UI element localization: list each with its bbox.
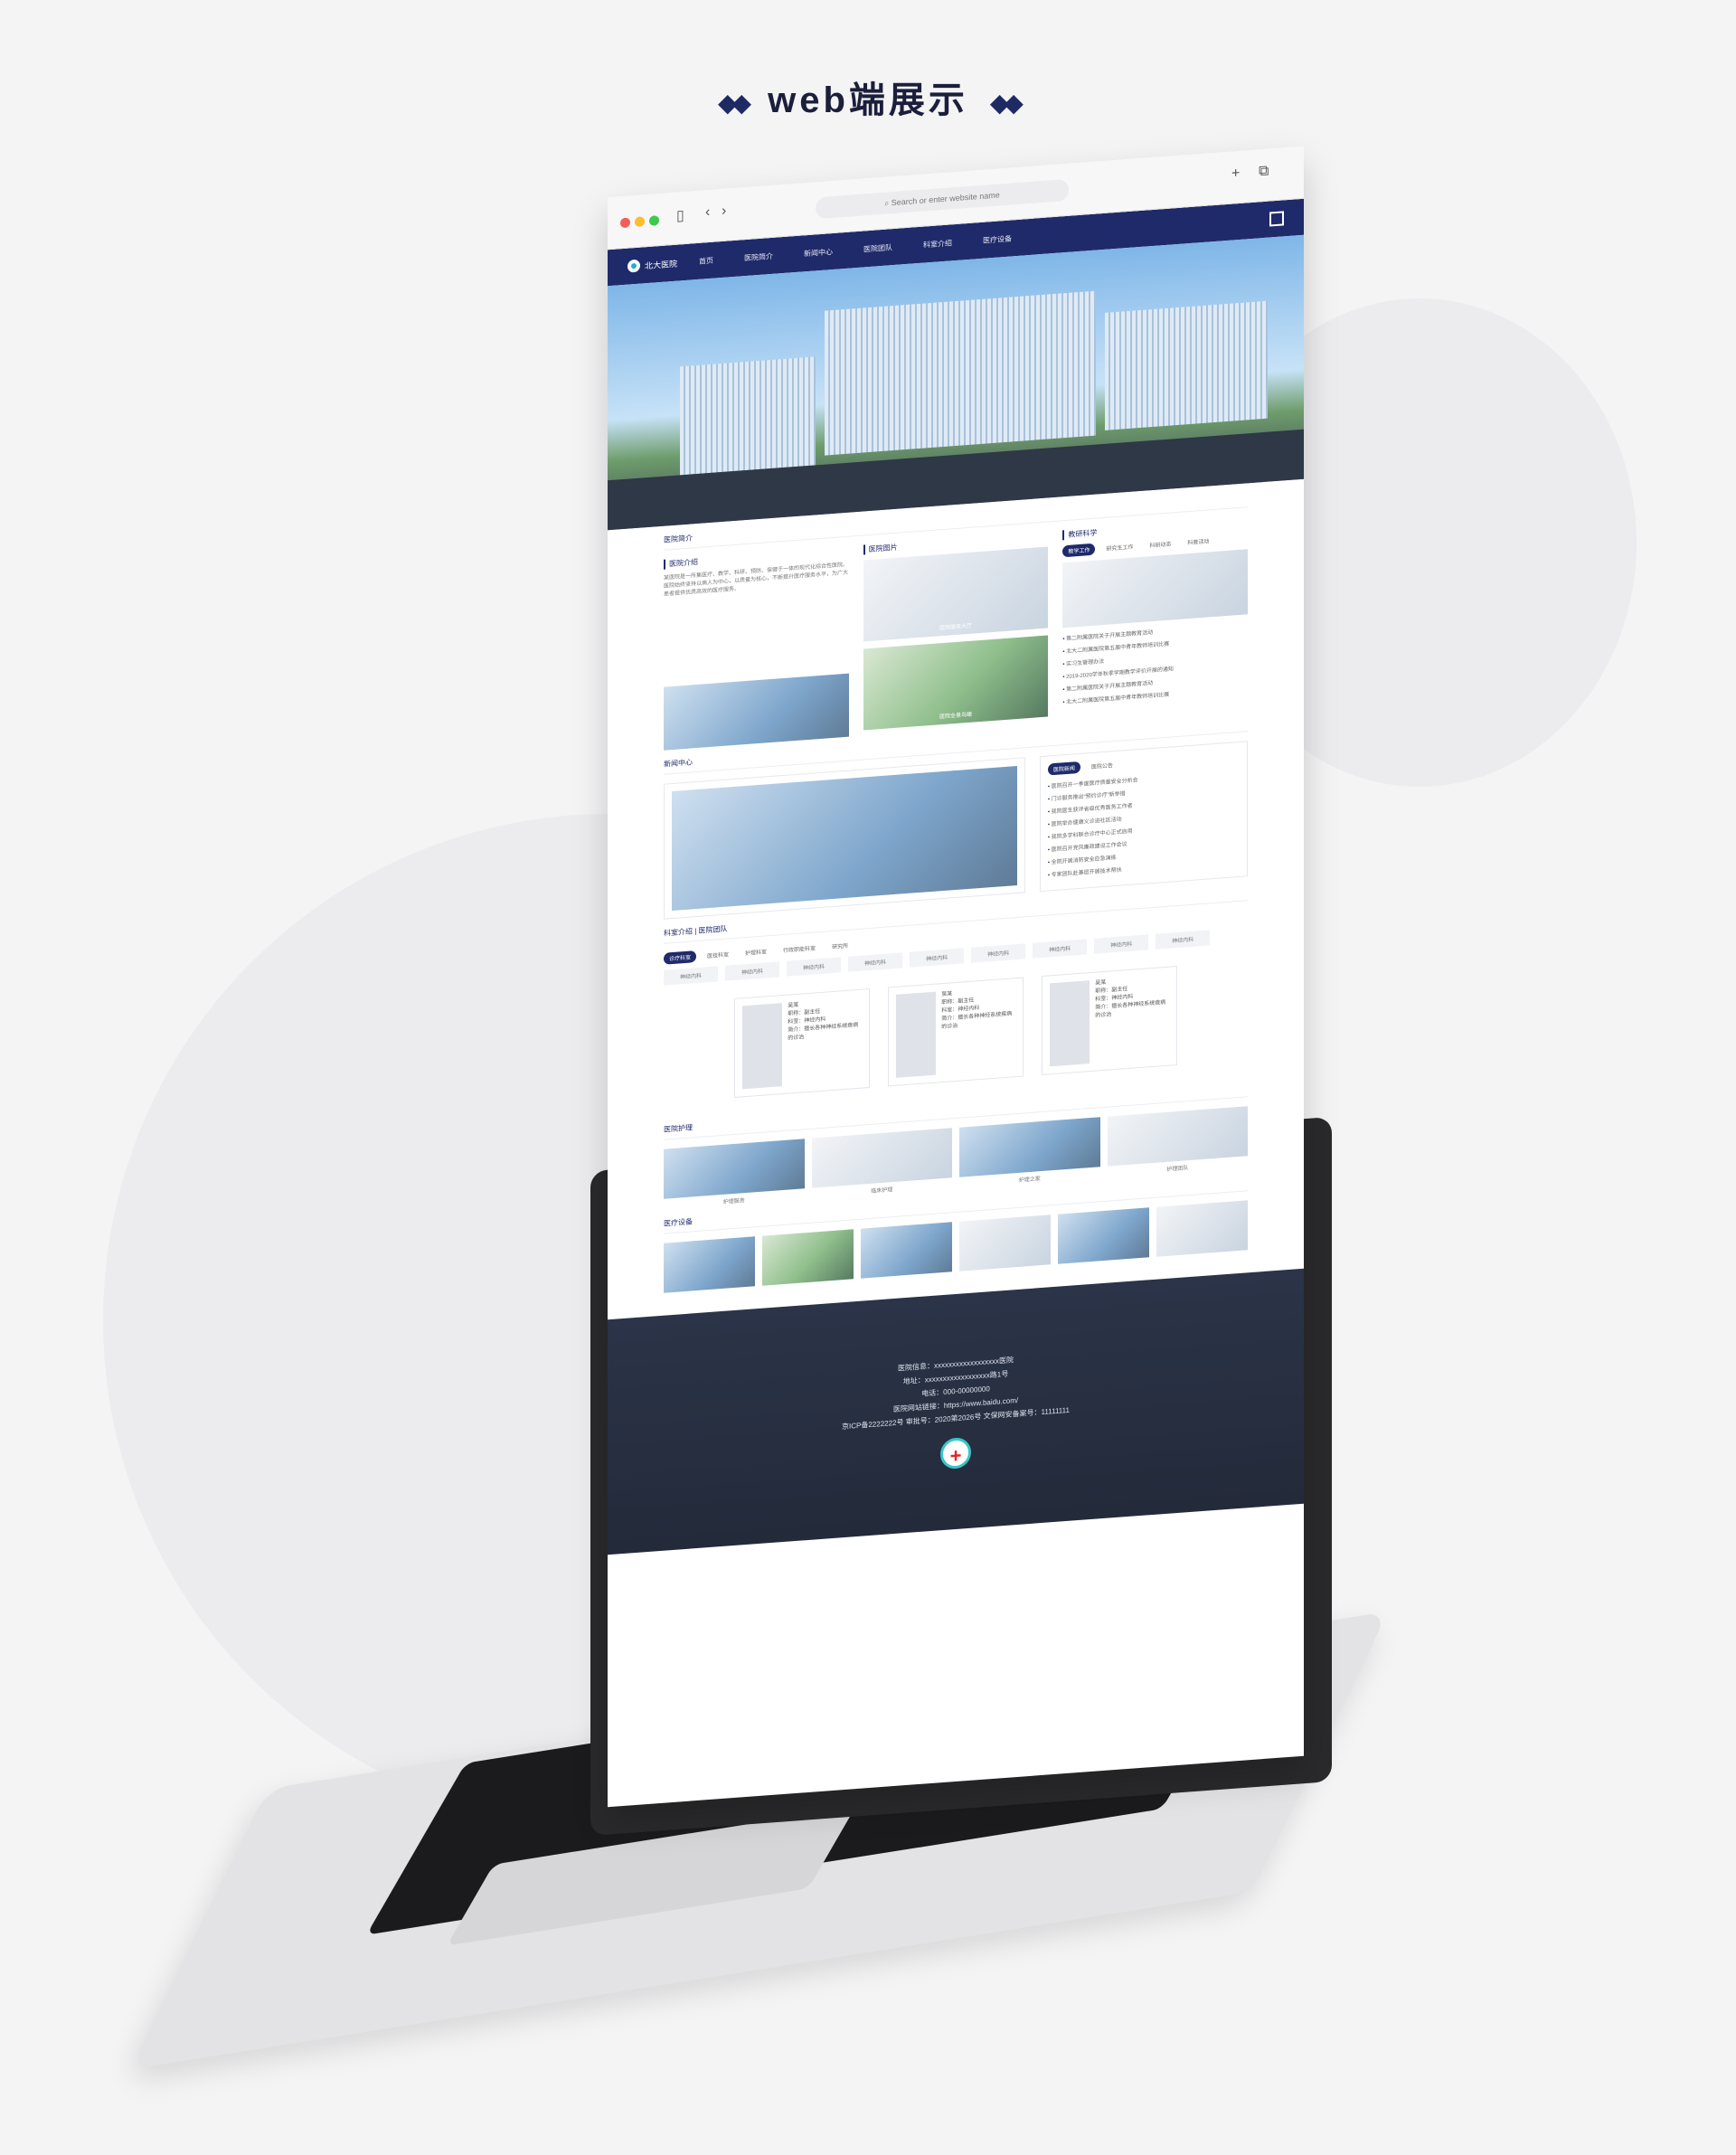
intro-card: 医院介绍 某医院是一所集医疗、教学、科研、预防、保健于一体的现代化综合性医院。医…: [664, 545, 849, 751]
minimize-window-button[interactable]: [635, 216, 645, 228]
equipment-item[interactable]: [959, 1215, 1051, 1273]
photos-card: 医院图片 医院服务大厅 医院全景鸟瞰: [863, 531, 1049, 735]
research-card: 教研科学 教学工作 研究生工作 科研动态 科普活动 第二附属医院关于开展主题教育…: [1062, 516, 1249, 721]
address-placeholder: Search or enter website name: [891, 190, 1000, 208]
browser-window: ▯ ‹ › ⌕ Search or enter website name + ⧉…: [608, 146, 1304, 1808]
nav-item-home[interactable]: 首页: [699, 255, 713, 266]
dept-tag[interactable]: 神经内科: [910, 948, 965, 968]
dept-tag[interactable]: 神经内科: [664, 966, 719, 986]
hero-banner: [608, 234, 1304, 531]
doctor-card[interactable]: 吴某 职称：副主任 科室：神经内科 简介：擅长各种神经系统疾病的诊治: [1042, 966, 1177, 1076]
new-tab-icon[interactable]: +: [1231, 165, 1240, 183]
equipment-image: [664, 1236, 755, 1293]
equipment-item[interactable]: [1058, 1207, 1149, 1266]
tab-teaching[interactable]: 教学工作: [1062, 543, 1096, 558]
tab-institute[interactable]: 研究所: [826, 939, 854, 952]
equipment-item[interactable]: [1156, 1200, 1248, 1259]
back-icon[interactable]: ‹: [705, 204, 710, 221]
nav-item-team[interactable]: 医院团队: [863, 242, 892, 254]
left-diamond-icon: ◆◆: [718, 88, 751, 117]
equipment-image: [959, 1215, 1051, 1271]
equipment-item[interactable]: [861, 1222, 952, 1281]
doctor-avatar: [896, 991, 937, 1078]
nav-item-news[interactable]: 新闻中心: [804, 246, 833, 258]
nursing-image: [664, 1139, 805, 1199]
qr-code-icon[interactable]: [1269, 211, 1284, 227]
equipment-image: [861, 1222, 952, 1279]
news-slide-image: [672, 766, 1017, 912]
tab-notices[interactable]: 医院公告: [1086, 759, 1118, 773]
equipment-image: [762, 1229, 854, 1286]
nursing-item[interactable]: 护理团队: [1107, 1106, 1248, 1177]
photo-aerial-caption: 医院全景鸟瞰: [939, 712, 973, 721]
dept-tag[interactable]: 神经内科: [725, 961, 780, 981]
sidebar-icon[interactable]: ▯: [676, 206, 684, 225]
photo-lobby[interactable]: 医院服务大厅: [863, 546, 1049, 642]
forward-icon[interactable]: ›: [722, 203, 726, 220]
doctor-avatar: [742, 1003, 783, 1090]
address-bar[interactable]: ⌕ Search or enter website name: [816, 178, 1069, 220]
doctor-card[interactable]: 吴某 职称：副主任 科室：神经内科 简介：擅长各种神经系统疾病的诊治: [888, 977, 1024, 1087]
showcase-heading: ◆◆ web端展示 ◆◆: [0, 71, 1736, 123]
medical-cross-icon: +: [940, 1436, 971, 1470]
nursing-image: [959, 1117, 1100, 1177]
hero-building-left: [680, 356, 816, 476]
heading-title: web端展示: [768, 80, 968, 120]
tab-research[interactable]: 科研动态: [1144, 537, 1176, 552]
equipment-image: [1058, 1207, 1149, 1264]
news-list: 医院新闻 医院公告 医院召开一季度医疗质量安全分析会 门诊服务推出“预约诊疗”新…: [1039, 741, 1248, 893]
tab-nursing[interactable]: 护理科室: [740, 945, 772, 959]
right-diamond-icon: ◆◆: [989, 88, 1024, 117]
nursing-image: [1107, 1106, 1248, 1167]
nursing-image: [811, 1128, 952, 1188]
doctor-card[interactable]: 吴某 职称：副主任 科室：神经内科 简介：擅长各种神经系统疾病的诊治: [734, 988, 870, 1098]
dept-tag[interactable]: 神经内科: [1094, 934, 1149, 954]
dept-tag[interactable]: 神经内科: [848, 952, 903, 972]
equipment-item[interactable]: [762, 1229, 854, 1288]
nursing-item[interactable]: 护理之家: [959, 1117, 1100, 1187]
tabs-overview-icon[interactable]: ⧉: [1259, 164, 1269, 181]
tab-graduate[interactable]: 研究生工作: [1100, 540, 1138, 554]
equipment-image: [1156, 1200, 1248, 1257]
equipment-item[interactable]: [664, 1236, 755, 1295]
research-image: [1062, 549, 1249, 629]
hero-building-main: [825, 290, 1096, 456]
dept-tag[interactable]: 神经内科: [1156, 930, 1211, 950]
photo-aerial[interactable]: 医院全景鸟瞰: [863, 635, 1049, 731]
doctor-avatar: [1050, 980, 1090, 1067]
nav-item-equipment[interactable]: 医疗设备: [983, 233, 1012, 245]
site-name: 北大医院: [645, 259, 678, 270]
nav-item-departments[interactable]: 科室介绍: [923, 238, 952, 250]
news-slider[interactable]: [664, 757, 1025, 920]
tab-admin[interactable]: 行政职能科室: [778, 941, 821, 957]
close-window-button[interactable]: [620, 217, 630, 229]
nursing-item[interactable]: 护理服务: [664, 1139, 805, 1209]
photo-lobby-caption: 医院服务大厅: [939, 623, 973, 632]
search-icon: ⌕: [884, 198, 892, 208]
tab-clinical[interactable]: 诊疗科室: [664, 950, 697, 965]
nursing-item[interactable]: 临床护理: [811, 1128, 952, 1198]
site-logo[interactable]: 北大医院: [627, 257, 677, 273]
hospital-logo-icon: [627, 259, 640, 273]
dept-tag[interactable]: 神经内科: [971, 943, 1026, 963]
dept-tag[interactable]: 神经内科: [787, 957, 842, 977]
dept-tag[interactable]: 神经内科: [1033, 939, 1088, 959]
tab-medtech[interactable]: 医技科室: [702, 948, 734, 962]
tab-news[interactable]: 医院新闻: [1047, 761, 1080, 776]
hero-building-right: [1105, 300, 1268, 430]
nav-item-about[interactable]: 医院简介: [744, 250, 773, 262]
site-footer: 医院信息：xxxxxxxxxxxxxxxxxx医院 地址：xxxxxxxxxxx…: [608, 1268, 1304, 1555]
maximize-window-button[interactable]: [649, 215, 659, 226]
intro-card-text: 某医院是一所集医疗、教学、科研、预防、保健于一体的现代化综合性医院。医院始终坚持…: [664, 562, 849, 598]
tab-outreach[interactable]: 科普活动: [1182, 534, 1214, 549]
